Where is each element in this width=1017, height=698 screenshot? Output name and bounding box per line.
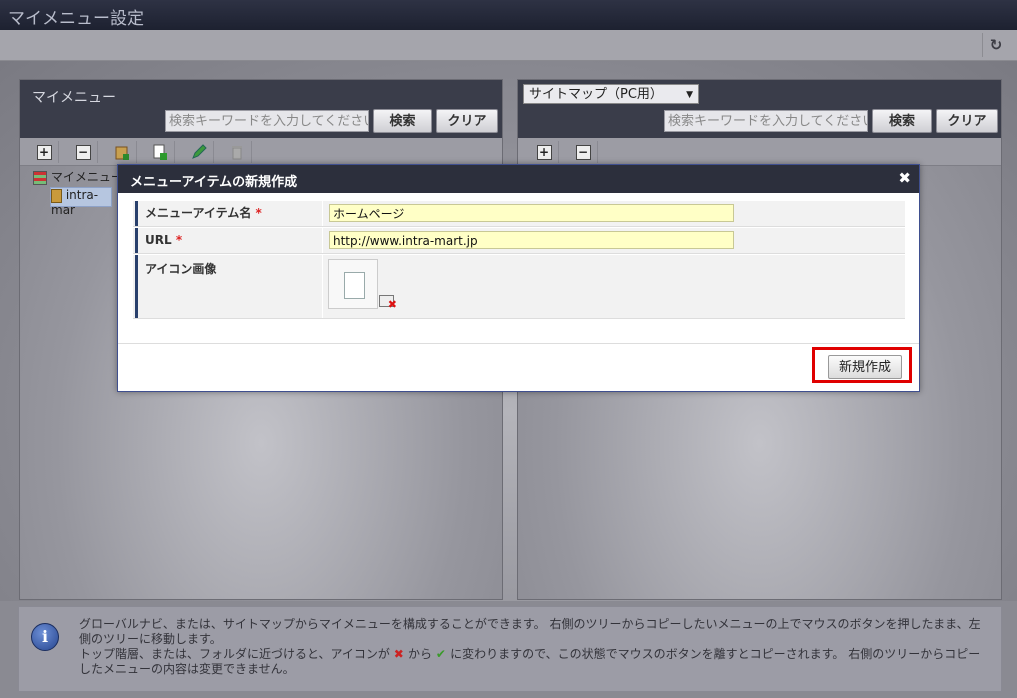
info-line-2: トップ階層、または、フォルダに近づけると、アイコンが ✖ から ✔ に変わります…	[79, 647, 991, 677]
info-text: グローバルナビ、または、サイトマップからマイメニューを構成することができます。 …	[79, 617, 991, 677]
menu-list-icon	[33, 170, 47, 185]
sitemap-select-value: サイトマップ（PC用）	[529, 87, 663, 102]
dialog-footer	[118, 343, 919, 344]
collapse-icon[interactable]: −	[569, 141, 598, 163]
menu-item-name-input[interactable]: ホームページ	[329, 204, 734, 222]
create-button-highlight: 新規作成	[812, 347, 912, 383]
field-label-name: メニューアイテム名 *	[135, 201, 320, 226]
left-panel-title: マイメニュー	[32, 90, 116, 106]
info-icon: i	[31, 623, 59, 651]
remove-icon[interactable]: −	[69, 141, 98, 163]
icon-image-preview[interactable]	[328, 259, 378, 309]
right-clear-button[interactable]: クリア	[936, 109, 998, 133]
top-toolbar: ↻	[0, 30, 1017, 61]
field-value-icon: ✖	[322, 255, 905, 318]
delete-image-icon[interactable]: ✖	[379, 295, 397, 311]
required-mark: *	[175, 233, 183, 247]
info-line-1: グローバルナビ、または、サイトマップからマイメニューを構成することができます。 …	[79, 617, 981, 646]
create-button[interactable]: 新規作成	[828, 355, 902, 379]
right-search-input[interactable]: 検索キーワードを入力してください	[664, 110, 868, 132]
label-text: URL	[145, 233, 172, 247]
info-panel: i グローバルナビ、または、サイトマップからマイメニューを構成することができます…	[18, 606, 1002, 692]
title-bar: マイメニュー設定	[0, 0, 1017, 30]
dialog-header: メニューアイテムの新規作成 ✖	[118, 165, 919, 193]
url-input[interactable]: http://www.intra-mart.jp	[329, 231, 734, 249]
field-row-url: URL * http://www.intra-mart.jp	[133, 228, 905, 254]
left-search-input[interactable]: 検索キーワードを入力してください	[165, 110, 369, 132]
info-line-2b: から	[408, 647, 433, 661]
tree-root-label: マイメニュー	[50, 170, 123, 184]
new-menu-item-dialog: メニューアイテムの新規作成 ✖ メニューアイテム名 * ホームページ URL *…	[117, 164, 920, 392]
label-text: メニューアイテム名	[145, 206, 252, 220]
right-search-button[interactable]: 検索	[872, 109, 932, 133]
trash-icon[interactable]	[223, 141, 252, 163]
dropdown-arrow-icon: ▼	[686, 90, 693, 100]
tree-item[interactable]: intra-mar	[50, 187, 112, 217]
page-title: マイメニュー設定	[8, 9, 144, 29]
add-icon[interactable]: +	[30, 141, 59, 163]
dialog-title: メニューアイテムの新規作成	[130, 175, 298, 190]
required-mark: *	[255, 206, 262, 220]
right-panel-header: サイトマップ（PC用） ▼ 検索キーワードを入力してください 検索 クリア	[518, 80, 1001, 138]
info-line-2a: トップ階層、または、フォルダに近づけると、アイコンが	[79, 647, 390, 661]
field-value-name: ホームページ	[322, 201, 905, 226]
left-search-button[interactable]: 検索	[373, 109, 432, 133]
document-icon	[344, 272, 365, 299]
refresh-icon[interactable]: ↻	[982, 33, 1009, 57]
right-icon-toolbar: + −	[518, 138, 1001, 166]
expand-icon[interactable]: +	[530, 141, 559, 163]
edit-icon[interactable]	[185, 141, 214, 163]
field-row-name: メニューアイテム名 * ホームページ	[133, 201, 905, 227]
left-clear-button[interactable]: クリア	[436, 109, 498, 133]
sitemap-select[interactable]: サイトマップ（PC用） ▼	[523, 84, 699, 104]
close-icon[interactable]: ✖	[898, 169, 911, 187]
left-icon-toolbar: + −	[20, 138, 502, 166]
field-label-url: URL *	[135, 228, 320, 253]
x-mark-icon: ✖	[393, 647, 408, 661]
field-label-icon: アイコン画像	[135, 255, 320, 318]
left-panel-header: マイメニュー 検索キーワードを入力してください 検索 クリア	[20, 80, 502, 138]
add-folder-icon[interactable]	[108, 141, 137, 163]
field-row-icon: アイコン画像 ✖	[133, 255, 905, 319]
check-mark-icon: ✔	[435, 647, 451, 661]
add-page-icon[interactable]	[146, 141, 175, 163]
tree-root[interactable]: マイメニュー	[33, 168, 123, 185]
book-icon	[51, 188, 62, 203]
label-text: アイコン画像	[145, 262, 217, 276]
field-value-url: http://www.intra-mart.jp	[322, 228, 905, 253]
